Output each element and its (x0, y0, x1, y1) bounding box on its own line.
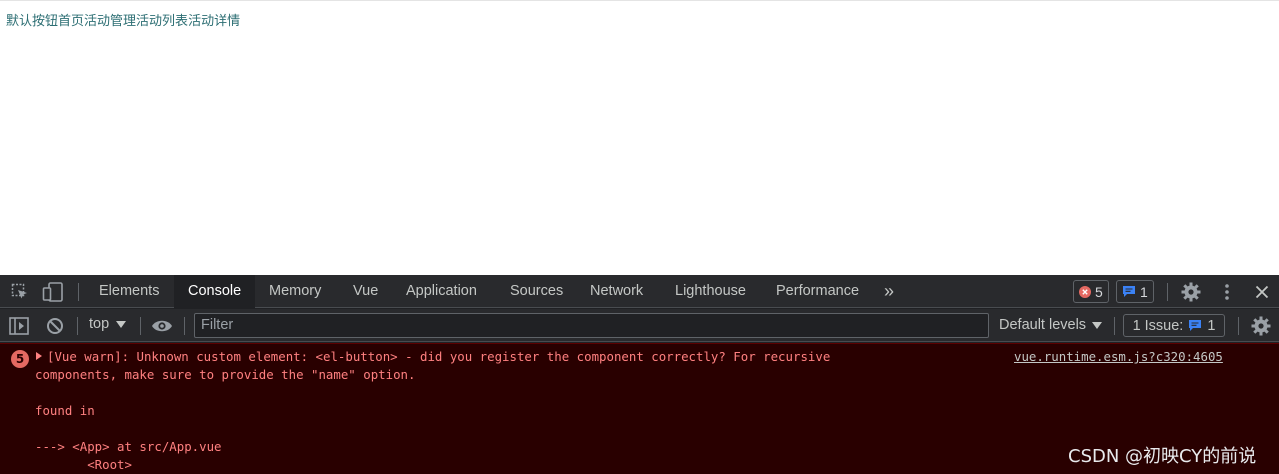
console-message-line: <Root> (35, 457, 132, 472)
csdn-watermark: CSDN @初映CY的前说 (1068, 446, 1257, 467)
issue-message-icon (1189, 320, 1202, 331)
link-activity-list[interactable]: 活动列表 (136, 10, 188, 29)
devtools-panel: Elements Console Memory Vue Application … (0, 275, 1279, 474)
link-activity-management[interactable]: 活动管理 (84, 10, 136, 29)
expand-triangle-icon[interactable] (36, 352, 42, 360)
console-toolbar: top Filter Default levels 1 Issue: 1 (0, 309, 1279, 342)
device-toolbar-icon[interactable] (42, 281, 64, 303)
message-count: 1 (1140, 283, 1148, 300)
tab-application[interactable]: Application (406, 275, 477, 308)
error-icon (1079, 285, 1091, 298)
live-expression-eye-icon[interactable] (151, 316, 173, 336)
context-selector[interactable]: top (89, 316, 127, 332)
console-settings-gear-icon[interactable] (1250, 315, 1272, 337)
issues-count: 1 (1207, 317, 1216, 334)
tab-sources[interactable]: Sources (510, 275, 563, 308)
link-home[interactable]: 首页 (58, 10, 84, 29)
filter-input[interactable]: Filter (194, 313, 989, 338)
devtools-tabbar: Elements Console Memory Vue Application … (0, 275, 1279, 309)
separator (78, 283, 79, 301)
more-options-icon[interactable] (1216, 281, 1238, 303)
default-button[interactable]: 默认按钮 (6, 10, 58, 29)
console-message-line: ---> <App> at src/App.vue (35, 439, 222, 454)
source-file-link[interactable]: vue.runtime.esm.js?c320:4605 (1014, 349, 1223, 364)
context-label: top (89, 316, 110, 332)
separator (1167, 283, 1168, 301)
tab-network[interactable]: Network (590, 275, 643, 308)
separator (140, 317, 141, 335)
tab-console[interactable]: Console (174, 275, 255, 309)
breadcrumb: 默认按钮 首页 活动管理 活动列表 活动详情 (6, 10, 240, 29)
error-count-badge[interactable]: 5 (1073, 280, 1109, 303)
page-viewport: 默认按钮 首页 活动管理 活动列表 活动详情 (0, 0, 1279, 275)
dropdown-arrow-icon (1092, 321, 1103, 329)
tab-memory[interactable]: Memory (269, 275, 321, 308)
inspect-element-icon[interactable] (10, 282, 30, 302)
link-activity-detail[interactable]: 活动详情 (188, 10, 240, 29)
separator (184, 317, 185, 335)
more-tabs-icon[interactable]: » (884, 275, 894, 308)
separator (1238, 317, 1239, 335)
message-icon (1123, 286, 1135, 297)
tab-elements[interactable]: Elements (99, 275, 159, 308)
issues-button[interactable]: 1 Issue: 1 (1123, 314, 1225, 337)
console-message-line: found in (35, 403, 95, 418)
tab-performance[interactable]: Performance (776, 275, 859, 308)
log-levels-dropdown[interactable]: Default levels (999, 317, 1103, 333)
issues-label: 1 Issue: (1132, 317, 1184, 334)
tab-vue[interactable]: Vue (353, 275, 378, 308)
log-levels-label: Default levels (999, 317, 1087, 333)
repeat-count-badge: 5 (11, 350, 29, 368)
separator (1114, 317, 1115, 335)
settings-gear-icon[interactable] (1180, 281, 1202, 303)
console-message-line[interactable]: [Vue warn]: Unknown custom element: <el-… (47, 349, 830, 364)
tab-lighthouse[interactable]: Lighthouse (675, 275, 746, 308)
error-count: 5 (1095, 283, 1103, 300)
dropdown-arrow-icon (116, 320, 127, 328)
close-icon[interactable] (1251, 281, 1273, 303)
clear-console-icon[interactable] (45, 316, 65, 336)
separator (77, 317, 78, 335)
console-message-line: components, make sure to provide the "na… (35, 367, 416, 382)
message-count-badge[interactable]: 1 (1116, 280, 1154, 303)
show-sidebar-icon[interactable] (8, 316, 30, 336)
console-output: 5 [Vue warn]: Unknown custom element: <e… (0, 343, 1279, 474)
